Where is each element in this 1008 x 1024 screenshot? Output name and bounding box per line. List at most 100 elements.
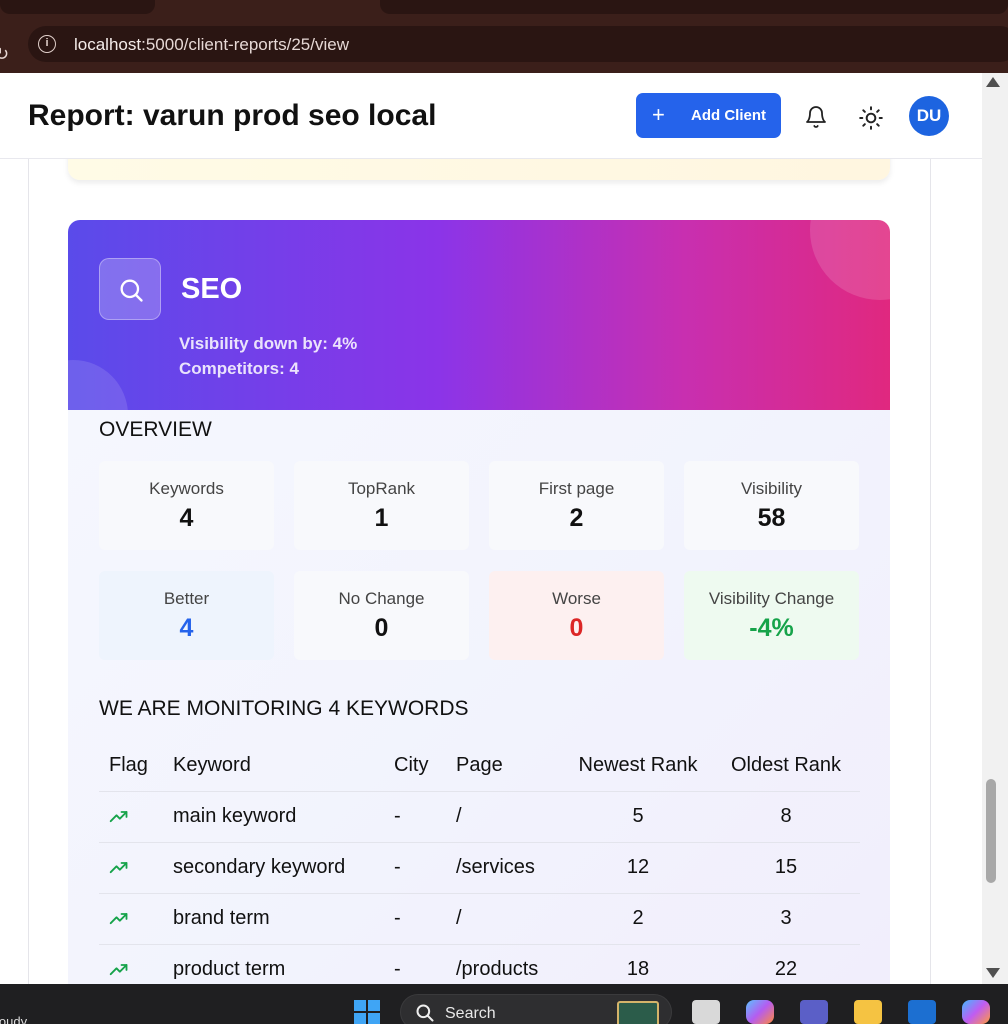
plus-icon: + bbox=[652, 102, 665, 127]
column-header-page: Page bbox=[446, 740, 564, 792]
browser-tabstrip bbox=[0, 0, 1008, 14]
theme-toggle-sun-icon[interactable] bbox=[858, 105, 884, 131]
page-cell: / bbox=[446, 791, 564, 843]
stat-toprank: TopRank 1 bbox=[294, 461, 469, 550]
browser-tab[interactable] bbox=[0, 0, 155, 14]
city-cell: - bbox=[384, 842, 446, 894]
decorative-circle bbox=[68, 360, 128, 410]
stat-value: 2 bbox=[569, 504, 584, 532]
url-path: :5000/client-reports/25/view bbox=[141, 35, 349, 54]
address-bar[interactable]: i localhost:5000/client-reports/25/view bbox=[28, 26, 1008, 62]
page-title: Report: varun prod seo local bbox=[28, 99, 437, 132]
stat-visibility: Visibility 58 bbox=[684, 461, 859, 550]
keyword-cell: brand term bbox=[163, 893, 384, 945]
bell-icon[interactable] bbox=[804, 105, 828, 129]
reload-icon[interactable]: ↻ bbox=[0, 44, 9, 65]
url-text[interactable]: localhost:5000/client-reports/25/view bbox=[74, 35, 349, 55]
stat-value: 1 bbox=[374, 504, 389, 532]
column-header-keyword: Keyword bbox=[163, 740, 384, 792]
column-header-city: City bbox=[384, 740, 446, 792]
visibility-summary: Visibility down by: 4% bbox=[179, 334, 358, 353]
city-cell: - bbox=[384, 791, 446, 843]
stat-label: Better bbox=[163, 589, 210, 608]
seo-icon-box bbox=[99, 258, 161, 320]
search-icon bbox=[416, 1004, 434, 1022]
os-taskbar: loudy Search bbox=[0, 984, 1008, 1024]
newest-rank-cell: 2 bbox=[564, 893, 712, 945]
oldest-rank-cell: 8 bbox=[712, 791, 860, 843]
search-highlight-icon bbox=[617, 1001, 659, 1024]
taskbar-search[interactable]: Search bbox=[400, 994, 672, 1024]
add-client-label: Add Client bbox=[691, 107, 766, 124]
stat-value: 0 bbox=[374, 614, 389, 642]
city-cell: - bbox=[384, 944, 446, 984]
windows-start-icon[interactable] bbox=[354, 1000, 382, 1024]
trending-up-icon bbox=[109, 912, 128, 924]
teams-icon[interactable] bbox=[800, 1000, 828, 1024]
newest-rank-cell: 18 bbox=[564, 944, 712, 984]
newest-rank-cell: 5 bbox=[564, 791, 712, 843]
stat-first-page: First page 2 bbox=[489, 461, 664, 550]
scroll-down-arrow-icon[interactable] bbox=[986, 968, 1000, 978]
keyword-cell: main keyword bbox=[163, 791, 384, 843]
flag-cell bbox=[99, 944, 163, 984]
keywords-table: Flag Keyword City Page Newest Rank Oldes… bbox=[99, 740, 860, 984]
stat-value: -4% bbox=[749, 614, 794, 642]
stat-label: First page bbox=[538, 479, 615, 498]
page-viewport[interactable]: Report: varun prod seo local + Add Clien… bbox=[0, 73, 982, 984]
column-header-newest-rank: Newest Rank bbox=[564, 740, 712, 792]
newest-rank-cell: 12 bbox=[564, 842, 712, 894]
trending-up-icon bbox=[109, 810, 128, 822]
taskbar-search-label: Search bbox=[445, 1005, 496, 1022]
stat-label: No Change bbox=[338, 589, 425, 608]
task-view-icon[interactable] bbox=[692, 1000, 720, 1024]
stat-value: 4 bbox=[179, 504, 194, 532]
add-client-button[interactable]: + Add Client bbox=[636, 93, 781, 138]
stat-value: 0 bbox=[569, 614, 584, 642]
flag-cell bbox=[99, 842, 163, 894]
copilot-app-icon[interactable] bbox=[962, 1000, 990, 1024]
scroll-up-arrow-icon[interactable] bbox=[986, 77, 1000, 87]
column-header-oldest-rank: Oldest Rank bbox=[712, 740, 860, 792]
browser-tab-active[interactable] bbox=[380, 0, 1008, 14]
stat-label: Visibility bbox=[740, 479, 803, 498]
app-icon[interactable] bbox=[908, 1000, 936, 1024]
stat-no-change: No Change 0 bbox=[294, 571, 469, 660]
stat-label: Keywords bbox=[149, 479, 224, 498]
trending-up-icon bbox=[109, 963, 128, 975]
table-row: product term - /products 18 22 bbox=[99, 944, 860, 984]
competitors-summary: Competitors: 4 bbox=[179, 359, 299, 378]
stat-label: TopRank bbox=[347, 479, 416, 498]
city-cell: - bbox=[384, 893, 446, 945]
oldest-rank-cell: 3 bbox=[712, 893, 860, 945]
overview-heading: OVERVIEW bbox=[99, 418, 212, 441]
url-host: localhost bbox=[74, 35, 142, 54]
weather-text[interactable]: loudy bbox=[0, 1014, 27, 1024]
table-row: brand term - / 2 3 bbox=[99, 893, 860, 945]
site-info-icon[interactable]: i bbox=[38, 35, 56, 53]
column-header-flag: Flag bbox=[99, 740, 163, 792]
keyword-cell: product term bbox=[163, 944, 384, 984]
trending-up-icon bbox=[109, 861, 128, 873]
scrollbar-thumb[interactable] bbox=[986, 779, 996, 883]
file-explorer-icon[interactable] bbox=[854, 1000, 882, 1024]
stat-label: Worse bbox=[552, 589, 601, 608]
seo-card: SEO Visibility down by: 4% Competitors: … bbox=[68, 220, 890, 984]
page-cell: /services bbox=[446, 842, 564, 894]
table-row: main keyword - / 5 8 bbox=[99, 791, 860, 843]
flag-cell bbox=[99, 893, 163, 945]
flag-cell bbox=[99, 791, 163, 843]
stat-label: Visibility Change bbox=[708, 589, 835, 608]
app-header: Report: varun prod seo local + Add Clien… bbox=[0, 73, 982, 159]
seo-title: SEO bbox=[181, 273, 243, 305]
oldest-rank-cell: 15 bbox=[712, 842, 860, 894]
user-avatar[interactable]: DU bbox=[909, 96, 949, 136]
stat-value: 58 bbox=[757, 504, 786, 532]
page-cell: / bbox=[446, 893, 564, 945]
copilot-icon[interactable] bbox=[746, 1000, 774, 1024]
stat-keywords: Keywords 4 bbox=[99, 461, 274, 550]
page-scrollbar[interactable] bbox=[982, 73, 1008, 984]
table-header-row: Flag Keyword City Page Newest Rank Oldes… bbox=[99, 740, 860, 792]
stat-better: Better 4 bbox=[99, 571, 274, 660]
decorative-circle bbox=[810, 220, 890, 300]
